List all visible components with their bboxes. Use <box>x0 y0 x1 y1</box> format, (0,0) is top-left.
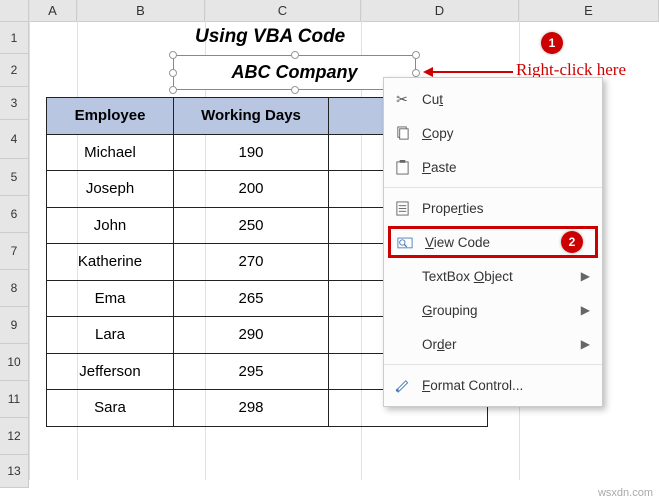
menu-textbox-object[interactable]: TextBox Object ▶ <box>384 259 602 293</box>
col-D[interactable]: D <box>361 0 519 22</box>
row-headers: 1 2 3 4 5 6 7 8 9 10 11 12 13 <box>0 22 29 488</box>
scissors-icon: ✂ <box>392 89 412 109</box>
row-5[interactable]: 5 <box>0 159 29 196</box>
col-E[interactable]: E <box>519 0 659 22</box>
chevron-right-icon: ▶ <box>581 303 590 317</box>
copy-icon <box>392 123 412 143</box>
arrow-head-icon <box>423 67 433 77</box>
row-13[interactable]: 13 <box>0 455 29 488</box>
properties-icon <box>392 198 412 218</box>
blank-icon <box>392 266 412 286</box>
row-4[interactable]: 4 <box>0 120 29 159</box>
menu-view-code[interactable]: View Code 2 <box>388 226 598 258</box>
textbox-abc-company[interactable]: ABC Company <box>173 55 416 90</box>
context-menu: ✂ Cut Copy Paste Properties View Code 2 … <box>383 77 603 407</box>
callout-2: 2 <box>561 231 583 253</box>
paste-icon <box>392 157 412 177</box>
arrow-line <box>433 71 513 73</box>
th-employee[interactable]: Employee <box>47 98 174 135</box>
row-1[interactable]: 1 <box>0 22 29 54</box>
col-B[interactable]: B <box>77 0 205 22</box>
page-title: Using VBA Code <box>195 26 345 48</box>
row-12[interactable]: 12 <box>0 418 29 455</box>
chevron-right-icon: ▶ <box>581 337 590 351</box>
textbox-content: ABC Company <box>231 62 357 83</box>
blank-icon <box>392 300 412 320</box>
format-icon <box>392 375 412 395</box>
row-3[interactable]: 3 <box>0 87 29 120</box>
chevron-right-icon: ▶ <box>581 269 590 283</box>
menu-cut[interactable]: ✂ Cut <box>384 82 602 116</box>
row-9[interactable]: 9 <box>0 307 29 344</box>
callout-1: 1 <box>541 32 563 54</box>
row-6[interactable]: 6 <box>0 196 29 233</box>
menu-grouping[interactable]: Grouping ▶ <box>384 293 602 327</box>
select-all-corner[interactable] <box>0 0 29 22</box>
menu-paste[interactable]: Paste <box>384 150 602 184</box>
watermark: wsxdn.com <box>598 487 653 499</box>
col-A[interactable]: A <box>29 0 77 22</box>
row-2[interactable]: 2 <box>0 54 29 87</box>
view-code-icon <box>395 232 415 252</box>
blank-icon <box>392 334 412 354</box>
menu-order[interactable]: Order ▶ <box>384 327 602 361</box>
row-8[interactable]: 8 <box>0 270 29 307</box>
menu-copy[interactable]: Copy <box>384 116 602 150</box>
th-working-days[interactable]: Working Days <box>174 98 329 135</box>
col-C[interactable]: C <box>205 0 361 22</box>
menu-format-control[interactable]: Format Control... <box>384 368 602 402</box>
column-headers: A B C D E <box>0 0 659 22</box>
menu-properties[interactable]: Properties <box>384 191 602 225</box>
row-7[interactable]: 7 <box>0 233 29 270</box>
row-10[interactable]: 10 <box>0 344 29 381</box>
row-11[interactable]: 11 <box>0 381 29 418</box>
